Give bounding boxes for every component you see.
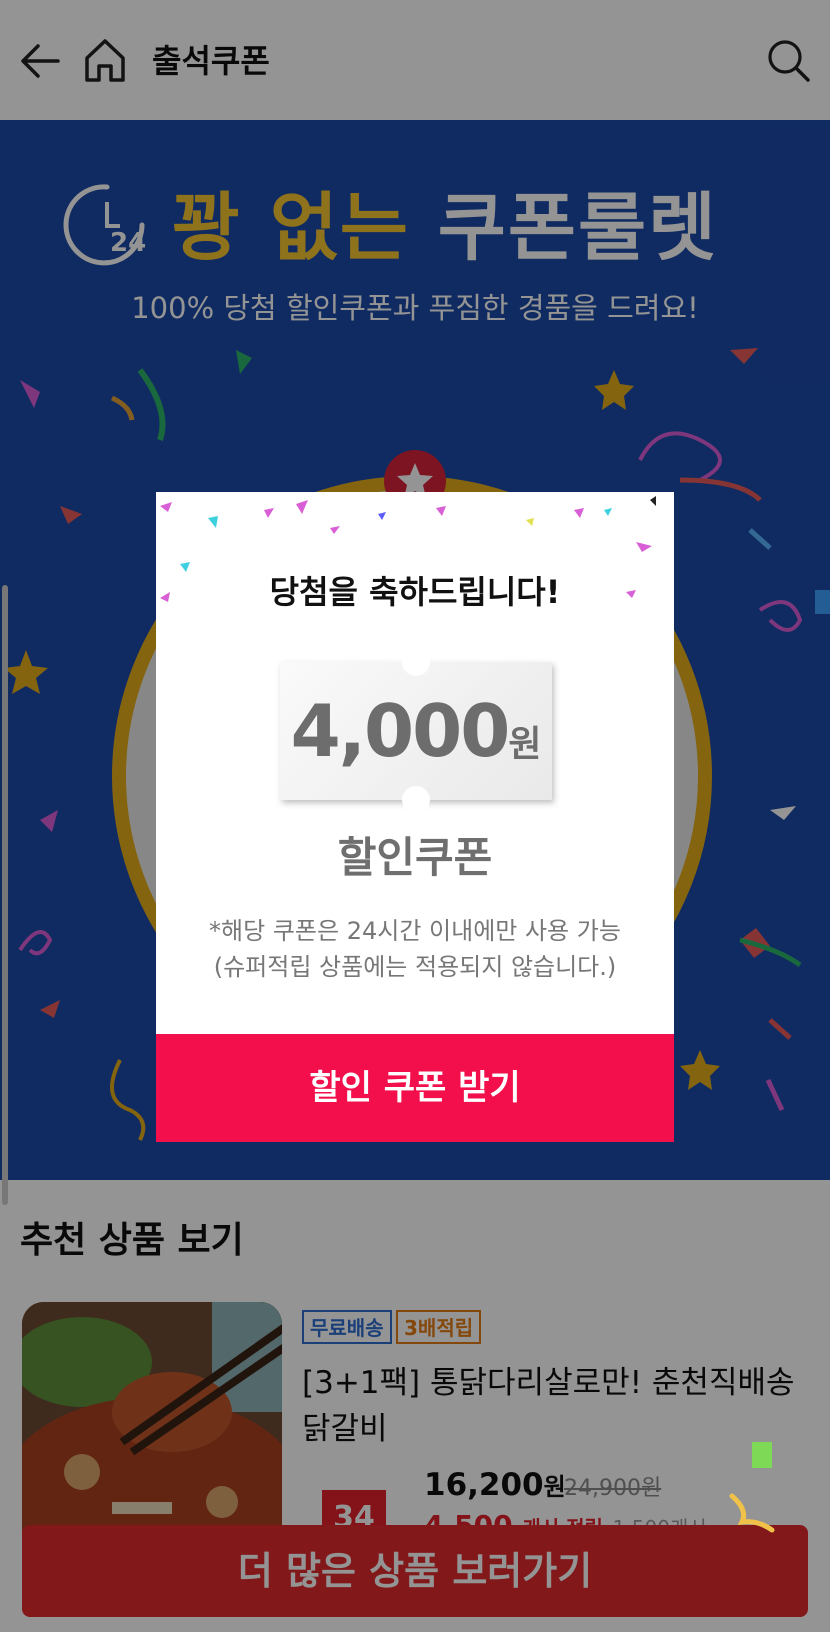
claim-coupon-button[interactable]: 할인 쿠폰 받기	[156, 1034, 674, 1142]
amount-value: 4,000	[290, 689, 511, 773]
coupon-ticket: 4,000원	[280, 648, 552, 814]
coupon-label: 할인쿠폰	[337, 833, 493, 882]
green-marker	[752, 1442, 772, 1468]
amount-unit: 원	[508, 724, 542, 765]
scrollbar[interactable]	[2, 585, 8, 1205]
coupon-note-line1: *해당 쿠폰은 24시간 이내에만 사용 가능	[209, 917, 621, 945]
ticket-notch-top	[402, 648, 430, 676]
squiggle-decoration	[729, 1493, 775, 1533]
win-modal: 당첨을 축하드립니다! 4,000원 할인쿠폰 *해당 쿠폰은 24시간 이내에…	[156, 492, 674, 1142]
modal-title: 당첨을 축하드립니다!	[269, 573, 561, 611]
coupon-note-line2: (슈퍼적립 상품에는 적용되지 않습니다.)	[213, 953, 617, 981]
coupon-amount: 4,000원	[280, 688, 552, 794]
